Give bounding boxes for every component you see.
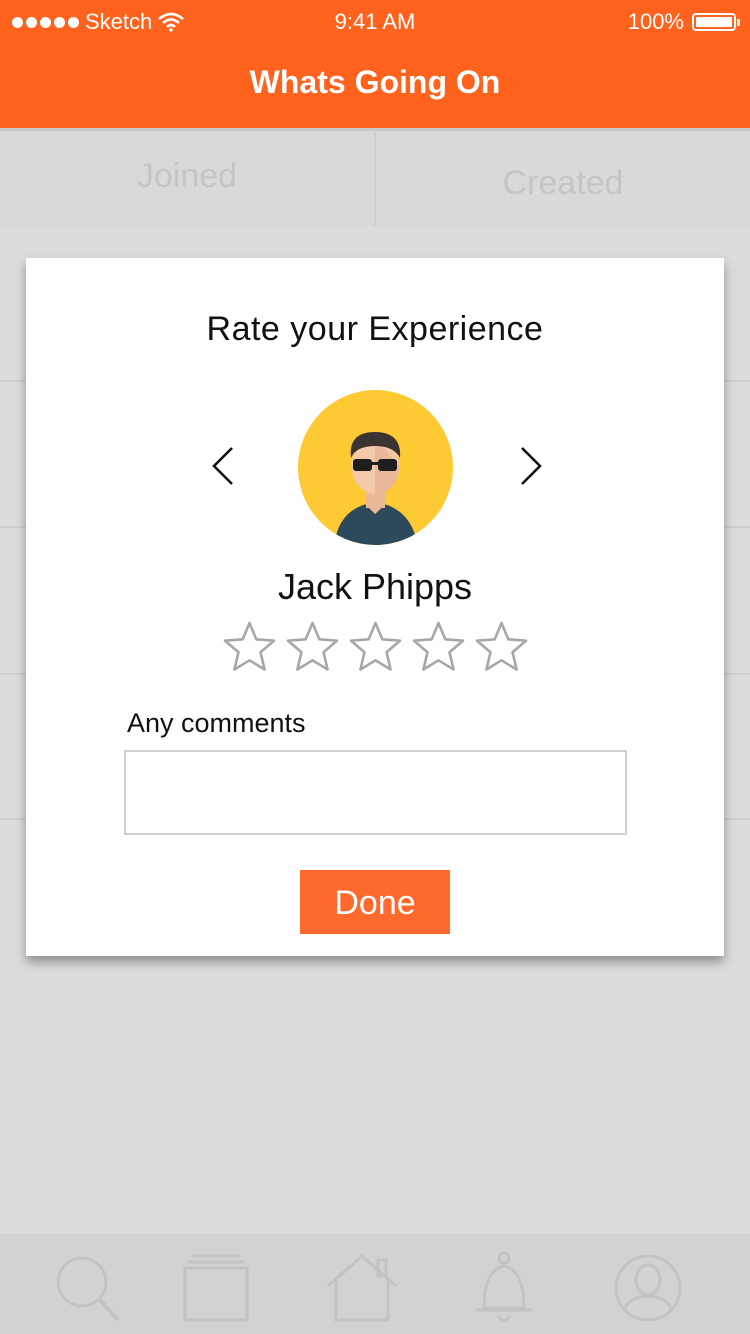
battery-indicator: 100% (627, 9, 740, 35)
comments-field[interactable] (124, 750, 627, 835)
tab-created[interactable]: Created (376, 131, 750, 226)
chevron-right-icon (521, 447, 542, 485)
star-rating[interactable] (222, 620, 529, 675)
app-header: Sketch 9:41 AM 100% Whats Going On (0, 0, 750, 128)
home-icon[interactable] (322, 1248, 402, 1328)
page-title: Whats Going On (249, 64, 501, 100)
tab-joined[interactable]: Joined (0, 131, 376, 226)
previous-person-button[interactable] (204, 444, 244, 488)
comments-label: Any comments (127, 708, 306, 738)
star-icon[interactable] (411, 620, 466, 675)
star-icon[interactable] (285, 620, 340, 675)
battery-icon (692, 13, 740, 31)
done-button[interactable]: Done (300, 870, 450, 934)
bottom-tab-bar (0, 1234, 750, 1334)
search-icon[interactable] (48, 1248, 128, 1328)
star-icon[interactable] (474, 620, 529, 675)
battery-percent: 100% (627, 9, 684, 34)
cards-icon[interactable] (176, 1248, 256, 1328)
chevron-left-icon (212, 447, 233, 485)
star-icon[interactable] (348, 620, 403, 675)
status-bar: Sketch 9:41 AM 100% (0, 0, 750, 44)
bell-icon[interactable] (464, 1248, 544, 1328)
segment-tabs: Joined Created (0, 128, 750, 226)
next-person-button[interactable] (510, 444, 550, 488)
person-name: Jack Phipps (277, 566, 473, 607)
dialog-title: Rate your Experience (206, 310, 544, 348)
avatar (298, 390, 453, 545)
star-icon[interactable] (222, 620, 277, 675)
rating-dialog: Rate your Experience Jack Phipps Any com… (26, 258, 724, 956)
profile-icon[interactable] (608, 1248, 688, 1328)
